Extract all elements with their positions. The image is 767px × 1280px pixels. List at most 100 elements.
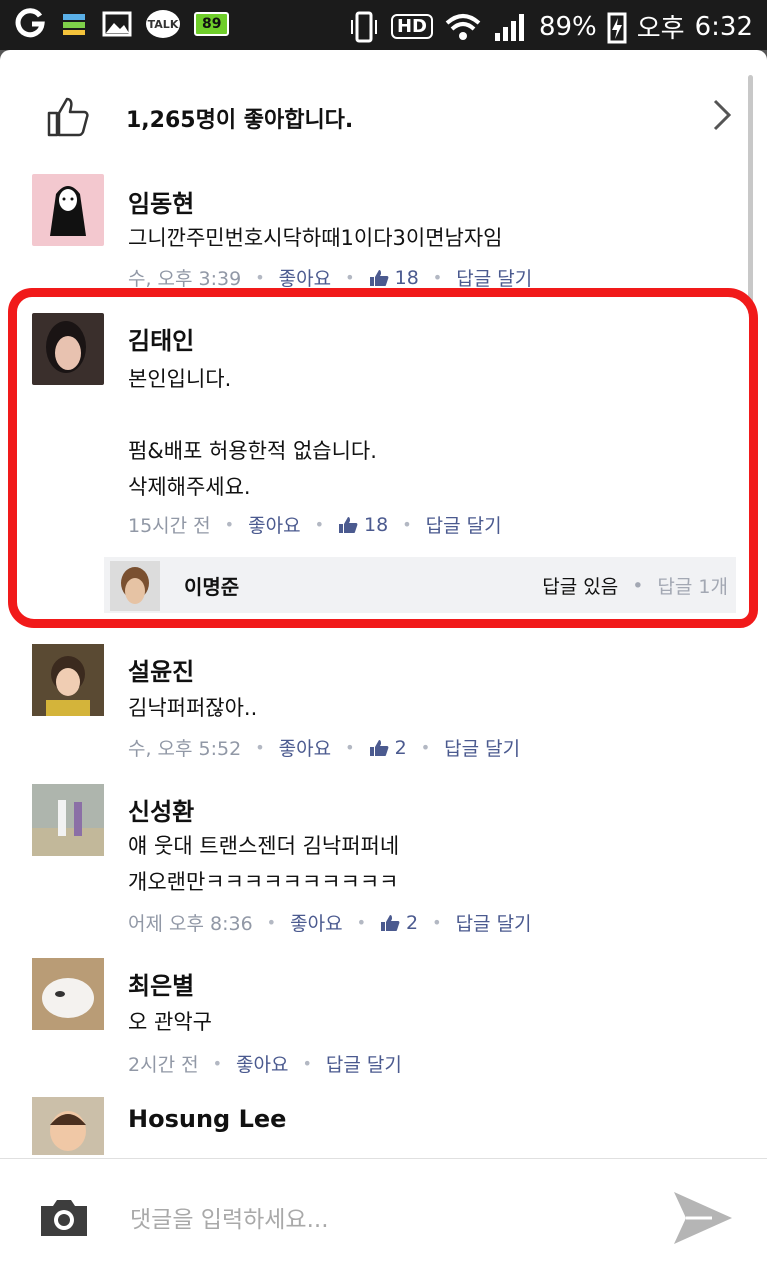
reply-author[interactable]: 이명준 <box>184 571 239 600</box>
comment-text: 오 관악구 <box>128 1010 212 1034</box>
separator-dot: • <box>255 738 265 757</box>
separator-dot: • <box>432 913 442 932</box>
separator-dot: • <box>255 268 265 287</box>
like-count[interactable]: 2 <box>369 737 407 759</box>
like-button[interactable]: 좋아요 <box>290 909 342 936</box>
separator-dot: • <box>224 515 235 534</box>
thumbs-up-icon <box>369 270 388 286</box>
reply-preview[interactable]: 이명준 답글 있음 • 답글 1개 <box>104 557 736 613</box>
comment-author[interactable]: Hosung Lee <box>128 1105 286 1133</box>
comment-meta: 어제 오후 8:36 • 좋아요 • 2 • 답글 달기 <box>128 909 532 936</box>
reply-count: 답글 1개 <box>657 576 728 598</box>
comment-time: 수, 오후 5:52 <box>128 738 242 760</box>
system-icons: HD 89% 오후 6:32 <box>347 8 753 45</box>
likes-count-text: 1,265명이 좋아합니다. <box>126 108 354 133</box>
separator-dot: • <box>432 268 443 287</box>
avatar[interactable] <box>32 784 104 856</box>
comment-meta: 수, 오후 5:52 • 좋아요 • 2 • 답글 달기 <box>128 734 520 761</box>
comment-meta: 15시간 전 • 좋아요 • 18 • 답글 달기 <box>128 511 502 538</box>
battery-percent: 89% <box>538 11 597 42</box>
reply-button[interactable]: 답글 달기 <box>326 1050 402 1077</box>
separator-dot: • <box>314 515 324 534</box>
comment-text: 본인입니다. 펌&배포 허용한적 없습니다. 삭제해주세요. <box>128 367 377 499</box>
notification-icons: TALK 89 <box>14 8 230 40</box>
scrollbar[interactable] <box>748 75 753 315</box>
comment-time: 2시간 전 <box>128 1054 199 1076</box>
signal-icon <box>494 13 524 41</box>
separator-dot: • <box>302 1054 312 1073</box>
thumbs-up-icon <box>339 517 358 533</box>
separator-dot: • <box>356 913 366 932</box>
like-button[interactable]: 좋아요 <box>236 1050 288 1077</box>
like-count-value: 2 <box>394 736 407 759</box>
status-bar: TALK 89 HD 89% 오후 6:32 <box>0 0 767 50</box>
comment-text: 얘 웃대 트랜스젠더 김낙퍼퍼네 개오랜만ㅋㅋㅋㅋㅋㅋㅋㅋㅋㅋ <box>128 834 400 894</box>
battery-charging-icon <box>607 12 627 43</box>
avatar-photo <box>46 321 86 373</box>
avatar-photo <box>32 784 104 856</box>
comment-author[interactable]: 신성환 <box>128 792 194 827</box>
comment-author[interactable]: 임동현 <box>128 184 194 219</box>
avatar[interactable] <box>32 958 104 1030</box>
comments-panel: 1,265명이 좋아합니다. 임동현 그니깐주민번호시닥하때1이다3이면남자임 … <box>0 50 767 1279</box>
like-count[interactable]: 18 <box>338 514 388 536</box>
clock-ampm: 오후 <box>636 14 685 44</box>
separator-dot: • <box>345 738 355 757</box>
separator-dot: • <box>420 738 431 757</box>
avatar-photo <box>32 958 104 1030</box>
reply-button[interactable]: 답글 달기 <box>456 909 532 936</box>
comment-time: 수, 오후 3:39 <box>128 268 242 290</box>
reply-button[interactable]: 답글 달기 <box>456 264 532 291</box>
separator-dot: • <box>212 1054 223 1073</box>
avatar-photo <box>32 644 104 716</box>
olleh-icon <box>15 8 45 38</box>
comment-text: 그니깐주민번호시닥하때1이다3이면남자임 <box>128 226 503 250</box>
separator-dot: • <box>345 268 355 287</box>
avatar[interactable] <box>32 313 104 385</box>
vibrate-icon <box>350 11 377 42</box>
reply-avatar <box>110 561 160 611</box>
app-grid-icon <box>63 14 85 35</box>
comment-author[interactable]: 최은별 <box>128 966 194 1001</box>
like-count-value: 18 <box>364 513 389 536</box>
avatar[interactable] <box>32 644 104 716</box>
like-button[interactable]: 좋아요 <box>279 264 331 291</box>
thumbs-up-icon <box>47 97 89 137</box>
kakaotalk-icon: TALK <box>146 10 180 38</box>
avatar[interactable] <box>32 174 104 246</box>
wifi-icon <box>445 13 481 40</box>
gallery-icon <box>102 11 132 37</box>
like-button[interactable]: 좋아요 <box>248 511 300 538</box>
reply-button[interactable]: 답글 달기 <box>444 734 520 761</box>
send-icon[interactable] <box>672 1188 734 1246</box>
comment-meta: 2시간 전 • 좋아요 • 답글 달기 <box>128 1050 402 1077</box>
notification-count-badge: 89 <box>194 12 230 36</box>
like-count-value: 18 <box>394 266 419 289</box>
likes-summary[interactable]: 1,265명이 좋아합니다. <box>0 50 767 178</box>
reply-status: 답글 있음 <box>542 576 619 598</box>
like-button[interactable]: 좋아요 <box>279 734 331 761</box>
comment-text: 김낙퍼퍼잖아.. <box>128 696 258 720</box>
comment-input[interactable] <box>128 1196 652 1244</box>
thumbs-up-icon <box>381 915 400 931</box>
hd-voice-badge: HD <box>390 14 433 39</box>
reply-button[interactable]: 답글 달기 <box>426 511 502 538</box>
like-count-value: 2 <box>406 911 419 934</box>
comment-meta: 수, 오후 3:39 • 좋아요 • 18 • 답글 달기 <box>128 264 532 291</box>
comment-time: 어제 오후 8:36 <box>128 913 253 935</box>
reply-summary: 답글 있음 • 답글 1개 <box>542 572 728 599</box>
separator-dot: • <box>266 913 277 932</box>
avatar-illustration <box>50 186 86 236</box>
camera-icon[interactable] <box>38 1196 90 1238</box>
comment-time: 15시간 전 <box>128 515 211 537</box>
separator-dot: • <box>402 515 412 534</box>
avatar[interactable] <box>32 1097 104 1155</box>
like-count[interactable]: 18 <box>369 267 419 289</box>
chevron-right-icon[interactable] <box>711 98 733 132</box>
clock-time: 6:32 <box>694 11 753 42</box>
avatar-photo <box>110 561 160 611</box>
thumbs-up-icon <box>369 740 388 756</box>
comment-author[interactable]: 설윤진 <box>128 652 194 687</box>
comment-author[interactable]: 김태인 <box>128 321 194 356</box>
like-count[interactable]: 2 <box>380 912 418 934</box>
